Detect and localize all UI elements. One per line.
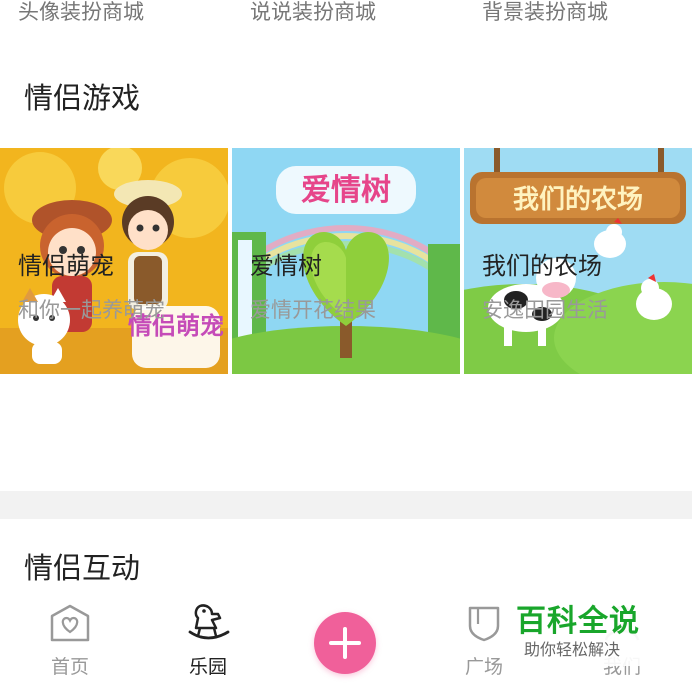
background-store-link[interactable]: 背景装扮商城 xyxy=(482,0,608,26)
add-button[interactable] xyxy=(314,612,376,674)
tab-park[interactable]: 乐园 xyxy=(158,594,258,692)
avatar-store-link[interactable]: 头像装扮商城 xyxy=(18,0,144,26)
watermark-title: 百科全说 xyxy=(516,604,640,639)
watermark: 百科全说 助你轻松解决 xyxy=(504,594,670,666)
tab-home[interactable]: 首页 xyxy=(20,594,120,692)
status-store-link[interactable]: 说说装扮商城 xyxy=(250,0,376,26)
game-desc-farm: 安逸田园生活 xyxy=(482,298,608,322)
plus-icon xyxy=(329,627,361,659)
game-name-love-tree: 爱情树 xyxy=(250,252,322,280)
tab-home-label: 首页 xyxy=(50,656,89,678)
game-desc-pets: 和你一起养萌宠 xyxy=(18,298,165,322)
game-name-farm: 我们的农场 xyxy=(482,252,602,280)
square-icon xyxy=(468,606,500,642)
game-thumb-farm-logo: 我们的农场 xyxy=(513,184,643,215)
couple-interaction-title: 情侣互动 xyxy=(24,551,141,585)
section-divider xyxy=(0,491,692,519)
home-heart-icon xyxy=(50,604,90,642)
tab-park-label: 乐园 xyxy=(188,656,227,678)
couple-games-title: 情侣游戏 xyxy=(24,81,141,115)
game-desc-love-tree: 爱情开花结果 xyxy=(250,298,376,322)
game-thumb-love-tree-logo: 爱情树 xyxy=(301,173,391,208)
rocking-horse-icon xyxy=(188,604,230,640)
decoration-store-links: 头像装扮商城 说说装扮商城 背景装扮商城 xyxy=(0,0,692,40)
watermark-subtitle: 助你轻松解决 xyxy=(524,640,621,659)
game-name-pets: 情侣萌宠 xyxy=(18,252,114,280)
